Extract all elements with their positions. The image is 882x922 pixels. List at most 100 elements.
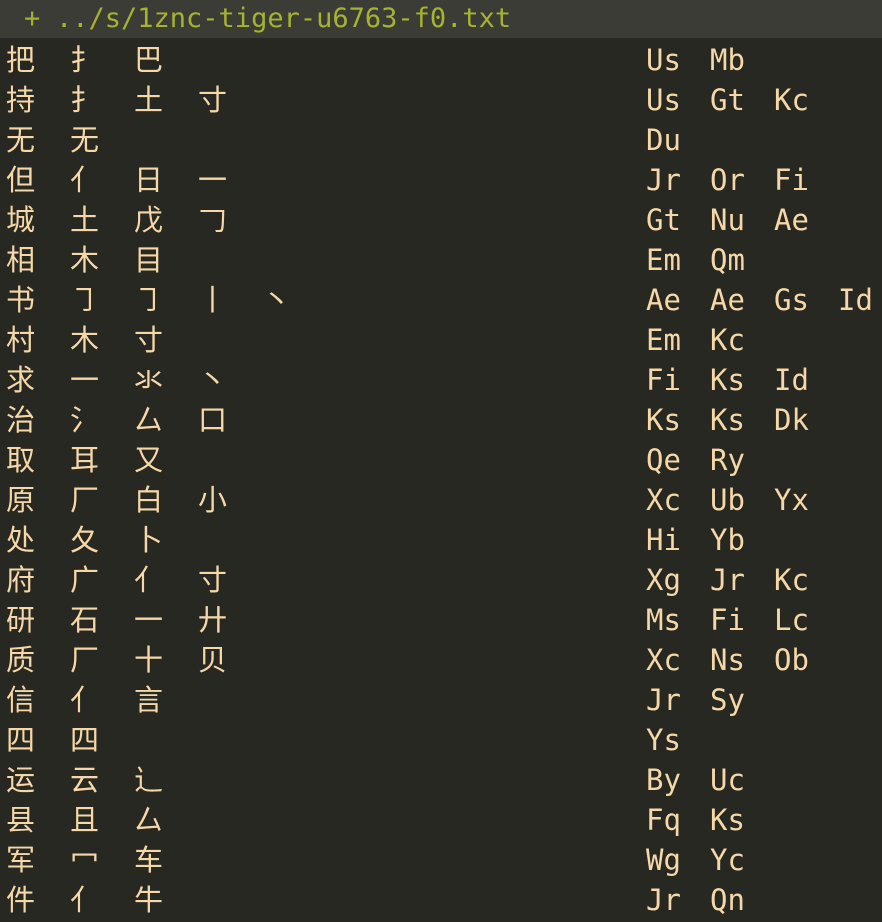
component-part: 日 [134, 163, 164, 197]
component-code: Ry [710, 443, 745, 477]
hanzi-char: 把 [6, 43, 36, 77]
hanzi-char: 处 [6, 523, 36, 557]
file-tab-bar[interactable]: + ../s/1znc-tiger-u6763-f0.txt [0, 0, 882, 38]
component-code: Fq [646, 803, 681, 837]
component-code: Us [646, 43, 681, 77]
component-code: Du [646, 123, 681, 157]
hanzi-char: 但 [6, 163, 36, 197]
component-part: 亻 [70, 163, 100, 197]
text-line[interactable]: 运云辶 By Uc [0, 760, 882, 800]
component-part: 扌 [70, 83, 100, 117]
component-code: Gt [710, 83, 745, 117]
component-code: Fi [646, 363, 681, 397]
component-code: Jr [646, 883, 681, 917]
file-path-title[interactable]: ../s/1znc-tiger-u6763-f0.txt [56, 0, 511, 38]
hanzi-char: 县 [6, 803, 36, 837]
text-line[interactable]: 件亻牛 Jr Qn [0, 880, 882, 920]
component-part: 云 [70, 763, 100, 797]
component-part: 车 [134, 843, 164, 877]
component-part: 言 [134, 683, 164, 717]
component-part: ㇆ [70, 283, 100, 317]
text-line[interactable]: 无无 Du [0, 120, 882, 160]
text-line[interactable]: 治氵厶口 Ks Ks Dk [0, 400, 882, 440]
component-code: Ub [710, 483, 745, 517]
component-part: 木 [70, 323, 100, 357]
component-code: Ns [710, 643, 745, 677]
component-part: 又 [134, 443, 164, 477]
text-line[interactable]: 把扌巴 Us Mb [0, 40, 882, 80]
component-part: 寸 [134, 323, 164, 357]
text-line[interactable]: 持扌土寸 Us Gt Kc [0, 80, 882, 120]
component-code: Em [646, 323, 681, 357]
component-part: 一 [134, 603, 164, 637]
tab-modified-marker: + [24, 3, 41, 34]
text-editor-content[interactable]: 把扌巴 Us Mb 持扌土寸 Us Gt Kc 无无 Du 但亻日一 Jr Or Fi 城土戊 𠃌 Gt Nu A… [0, 40, 882, 920]
component-part: 厶 [134, 403, 164, 437]
component-code: Ae [646, 283, 681, 317]
hanzi-char: 相 [6, 243, 36, 277]
component-part: 耳 [70, 443, 100, 477]
text-line[interactable]: 相木目 Em Qm [0, 240, 882, 280]
component-code: Fi [774, 163, 809, 197]
text-line[interactable]: 取耳又 Qe Ry [0, 440, 882, 480]
hanzi-char: 四 [6, 723, 36, 757]
component-code: Qn [710, 883, 745, 917]
component-code: Jr [710, 563, 745, 597]
component-part: 寸 [198, 563, 228, 597]
component-code: Or [710, 163, 745, 197]
component-part: 亻 [70, 883, 100, 917]
component-part: 𠃌 [198, 203, 228, 237]
hanzi-char: 城 [6, 203, 36, 237]
hanzi-char: 运 [6, 763, 36, 797]
component-code: Ae [710, 283, 745, 317]
text-line[interactable]: 质厂十贝 Xc Ns Ob [0, 640, 882, 680]
component-part: 贝 [198, 643, 228, 677]
component-part: 厂 [70, 483, 100, 517]
hanzi-char: 书 [6, 283, 36, 317]
text-line[interactable]: 处夂卜 Hi Yb [0, 520, 882, 560]
text-line[interactable]: 军冖车 Wg Yc [0, 840, 882, 880]
component-code: Gt [646, 203, 681, 237]
component-part: 四 [70, 723, 100, 757]
text-line[interactable]: 村木寸 Em Kc [0, 320, 882, 360]
text-line[interactable]: 四四 Ys [0, 720, 882, 760]
component-part: 丶 [262, 283, 292, 317]
component-code: By [646, 763, 681, 797]
component-part: 厶 [134, 803, 164, 837]
component-code: Nu [710, 203, 745, 237]
component-code: Ys [646, 723, 681, 757]
component-code: Dk [774, 403, 809, 437]
hanzi-char: 件 [6, 883, 36, 917]
hanzi-char: 研 [6, 603, 36, 637]
text-line[interactable]: 信亻言 Jr Sy [0, 680, 882, 720]
component-code: Ks [710, 403, 745, 437]
component-code: Gs [774, 283, 809, 317]
component-code: Yc [710, 843, 745, 877]
component-part: 巴 [134, 43, 164, 77]
text-line[interactable]: 但亻日一 Jr Or Fi [0, 160, 882, 200]
text-line[interactable]: 求一氺丶 Fi Ks Id [0, 360, 882, 400]
component-part: 夂 [70, 523, 100, 557]
component-part: 目 [134, 243, 164, 277]
text-line[interactable]: 县且厶 Fq Ks [0, 800, 882, 840]
component-code: Yx [774, 483, 809, 517]
component-part: ㇆ [134, 283, 164, 317]
component-code: Qm [710, 243, 745, 277]
component-part: 土 [134, 83, 164, 117]
text-line[interactable]: 原厂白小 Xc Ub Yx [0, 480, 882, 520]
component-part: 无 [70, 123, 100, 157]
text-line[interactable]: 城土戊 𠃌 Gt Nu Ae [0, 200, 882, 240]
component-part: 十 [134, 643, 164, 677]
component-part: 卜 [134, 523, 164, 557]
component-part: 辶 [134, 763, 164, 797]
component-code: Hi [646, 523, 681, 557]
component-code: Jr [646, 163, 681, 197]
text-line[interactable]: 研石一廾 Ms Fi Lc [0, 600, 882, 640]
text-line[interactable]: 府广亻寸 Xg Jr Kc [0, 560, 882, 600]
text-line[interactable]: 书㇆㇆丨丶 Ae Ae Gs Id [0, 280, 882, 320]
component-code: Id [774, 363, 809, 397]
component-code: Mb [710, 43, 745, 77]
component-code: Us [646, 83, 681, 117]
component-code: Xg [646, 563, 681, 597]
component-part: 氵 [70, 403, 100, 437]
